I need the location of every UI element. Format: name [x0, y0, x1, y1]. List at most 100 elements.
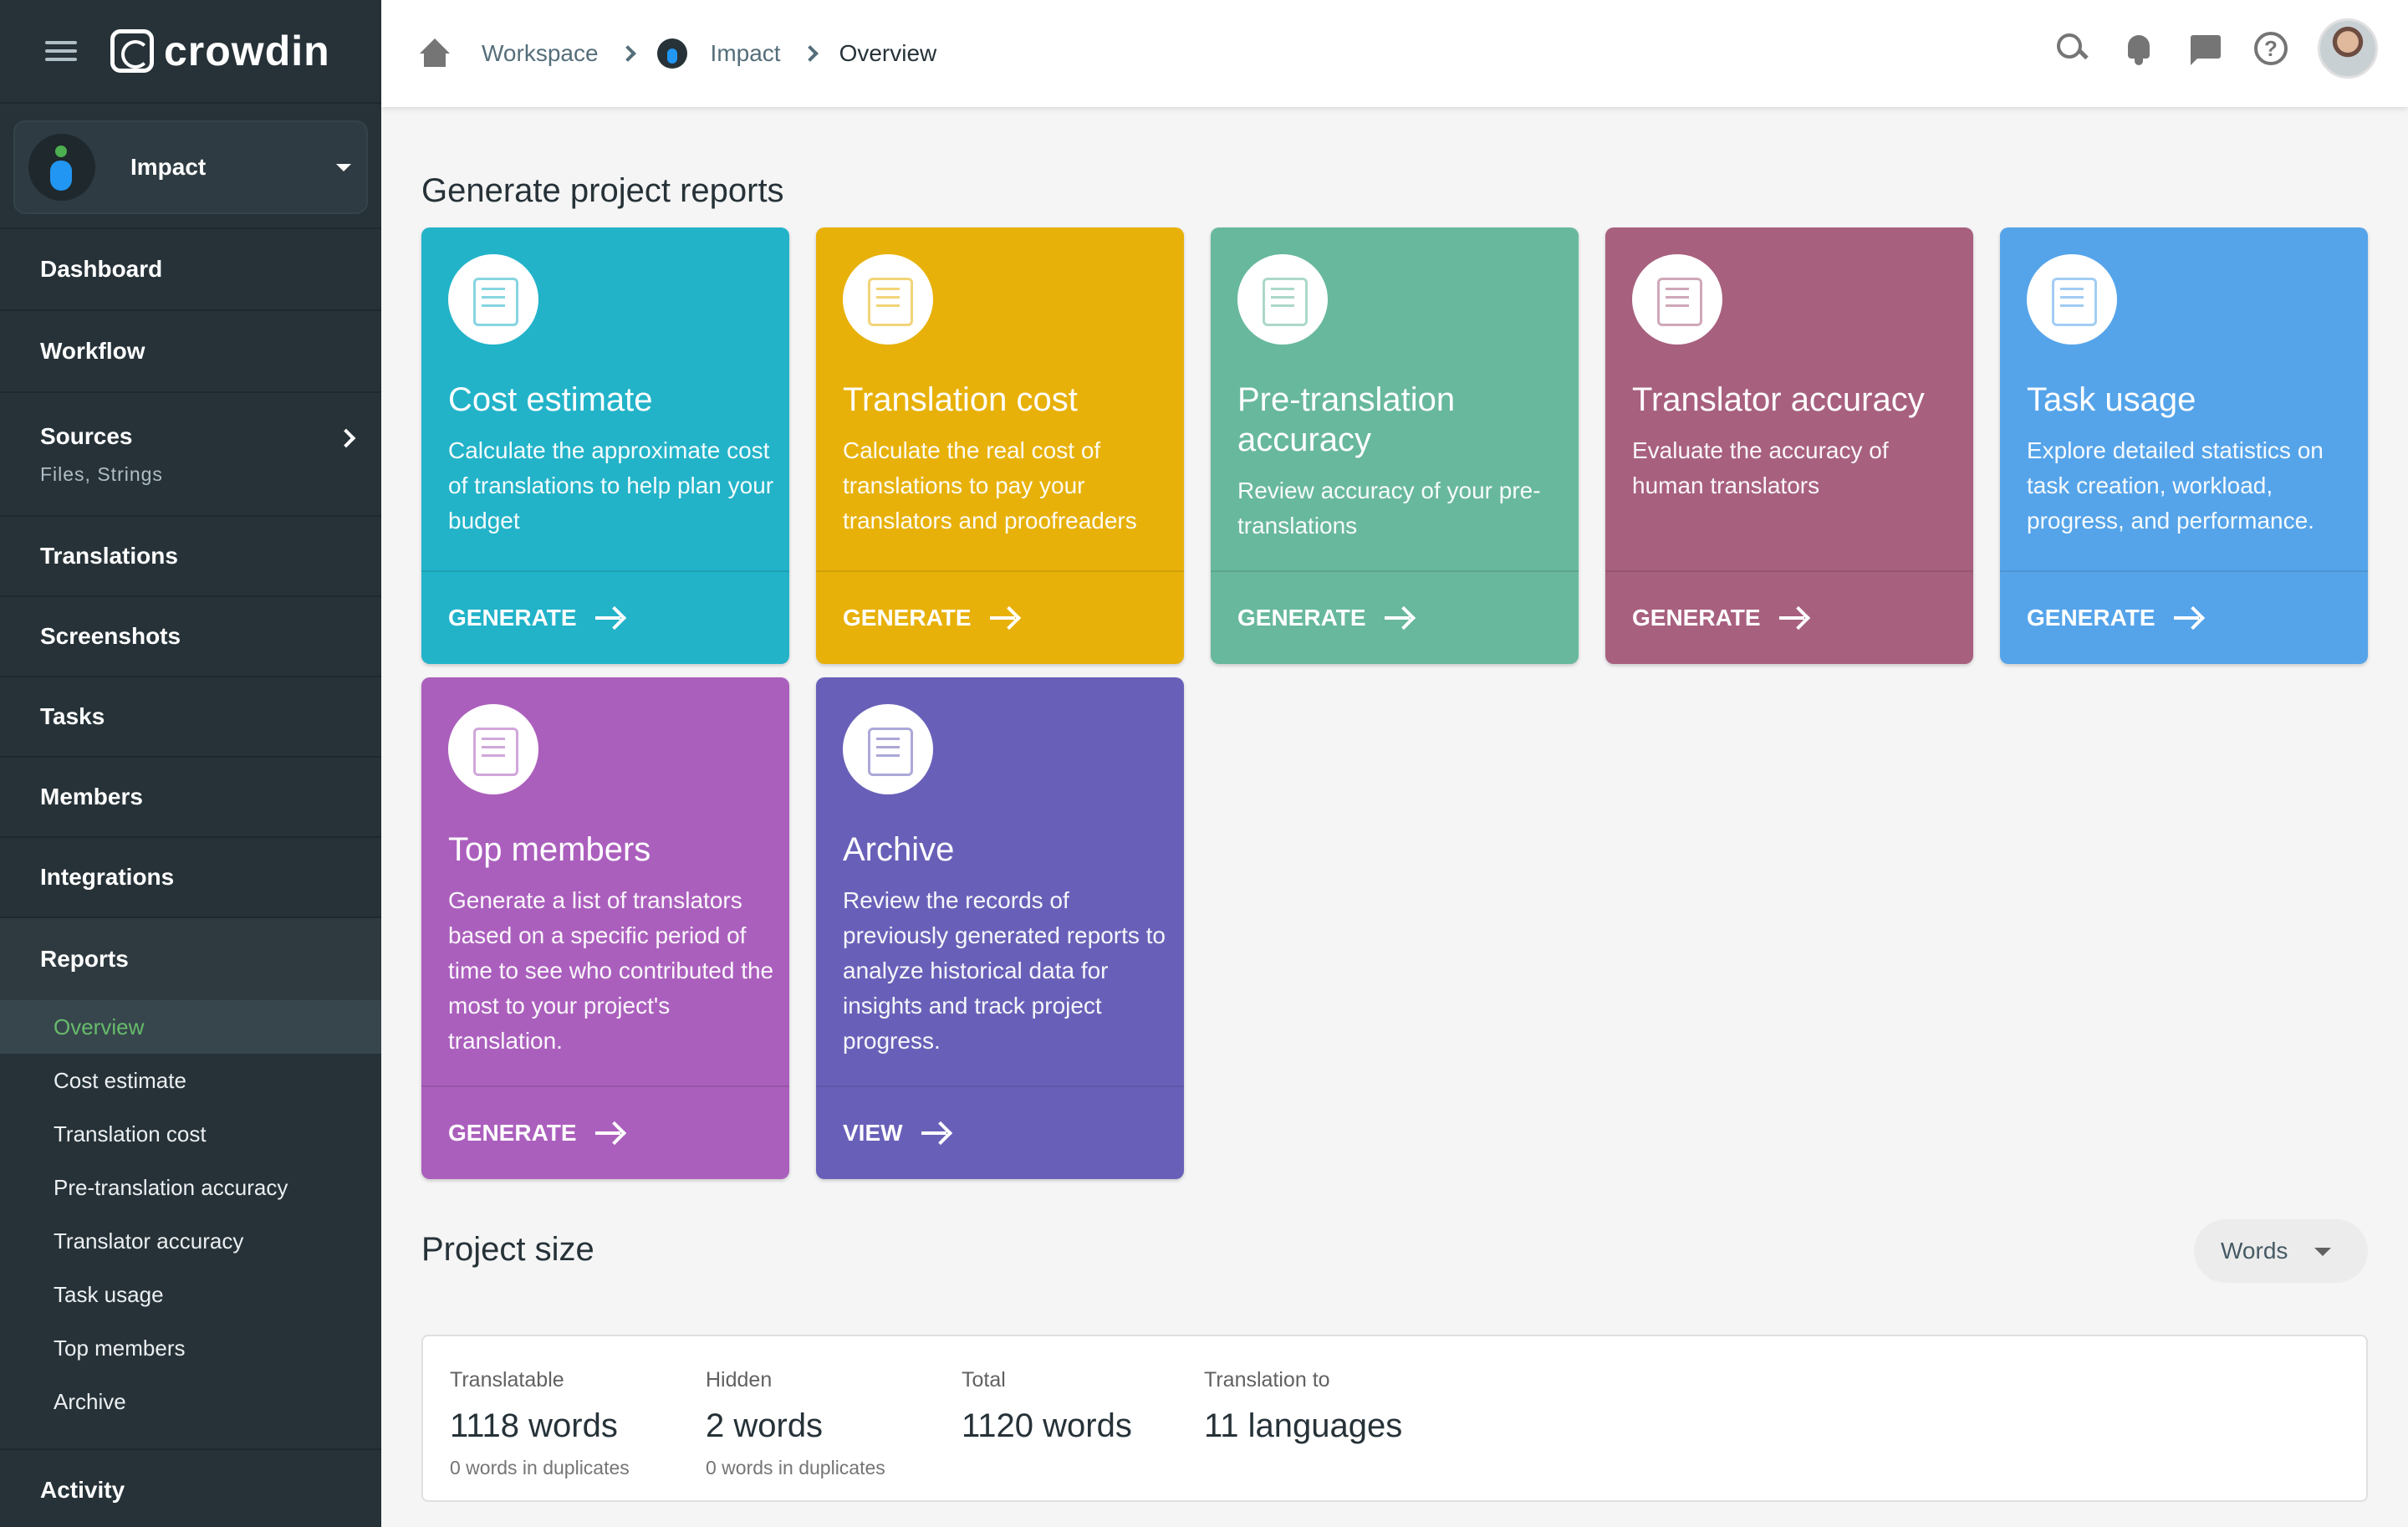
sidebar-item-dashboard[interactable]: Dashboard [0, 227, 381, 309]
sidebar-subitem-pre-translation-accuracy[interactable]: Pre-translation accuracy [0, 1161, 381, 1214]
sidebar-subitem-cost-estimate[interactable]: Cost estimate [0, 1054, 381, 1107]
top-bar: Workspace Impact Overview ? [381, 0, 2408, 107]
calculator-icon [448, 254, 538, 345]
messages-icon[interactable] [2187, 30, 2224, 67]
arrow-right-icon [2173, 606, 2202, 630]
sidebar-item-reports[interactable]: Reports [0, 918, 381, 1000]
button-label: VIEW [843, 1120, 903, 1146]
project-switcher[interactable]: Impact [13, 120, 368, 214]
search-icon[interactable] [2053, 30, 2090, 67]
stat-label: Total [962, 1368, 1006, 1392]
sidebar-subitem-archive[interactable]: Archive [0, 1375, 381, 1428]
generate-button[interactable]: GENERATE [421, 1085, 789, 1179]
card-title: Cost estimate [448, 381, 653, 418]
report-card-pre-translation-accuracy: Pre-translation accuracy Review accuracy… [1211, 227, 1579, 664]
bar-chart-icon [1237, 254, 1328, 345]
sidebar-item-label: Sources [40, 422, 133, 449]
report-card-task-usage: Task usage Explore detailed statistics o… [2000, 227, 2368, 664]
reports-submenu: Overview Cost estimate Translation cost … [0, 1000, 381, 1448]
sidebar-subitem-top-members[interactable]: Top members [0, 1321, 381, 1375]
card-title: Translation cost [843, 381, 1078, 418]
arrow-right-icon [989, 606, 1018, 630]
generate-button[interactable]: GENERATE [1605, 570, 1973, 664]
generate-button[interactable]: GENERATE [2000, 570, 2368, 664]
avatar[interactable] [2318, 18, 2378, 79]
clipboard-icon [2027, 254, 2117, 345]
sidebar-item-workflow[interactable]: Workflow [0, 309, 381, 391]
crowdin-logo[interactable]: crowdin [110, 27, 330, 75]
stat-value: 2 words [706, 1407, 824, 1444]
card-description: Explore detailed statistics on task crea… [2027, 437, 2324, 534]
card-description: Evaluate the accuracy of human translato… [1632, 437, 1889, 498]
stat-label: Translation to [1204, 1368, 1330, 1392]
generate-button[interactable]: GENERATE [1211, 570, 1579, 664]
sidebar-item-screenshots[interactable]: Screenshots [0, 595, 381, 676]
unit-select[interactable]: Words [2194, 1219, 2368, 1283]
card-description: Calculate the approximate cost of transl… [448, 437, 774, 534]
breadcrumb-project[interactable]: Impact [711, 40, 781, 67]
stat-value: 11 languages [1204, 1407, 1403, 1444]
card-title: Archive [843, 831, 955, 868]
breadcrumb-current: Overview [839, 40, 937, 66]
logo-text: crowdin [164, 28, 330, 74]
arrow-right-icon [594, 606, 624, 630]
button-label: GENERATE [2027, 605, 2155, 631]
stat-translation-to: Translation to 11 languages [1204, 1368, 1402, 1445]
stat-hidden: Hidden 2 words 0 words in duplicates [706, 1368, 885, 1479]
project-icon [28, 134, 95, 201]
sidebar-subitem-translation-cost[interactable]: Translation cost [0, 1107, 381, 1161]
chevron-right-icon [336, 428, 356, 448]
breadcrumb: Workspace Impact Overview [418, 37, 936, 70]
people-chart-icon [1632, 254, 1722, 345]
stat-value: 1120 words [962, 1407, 1132, 1444]
menu-icon[interactable] [45, 39, 77, 63]
sidebar-item-sources[interactable]: Sources Files, Strings [0, 391, 381, 515]
card-description: Calculate the real cost of translations … [843, 437, 1137, 534]
button-label: GENERATE [1237, 605, 1366, 631]
header-actions: ? [2023, 18, 2378, 79]
arrow-right-icon [1384, 606, 1413, 630]
breadcrumb-workspace[interactable]: Workspace [482, 40, 599, 67]
caret-down-icon [336, 164, 351, 171]
generate-button[interactable]: GENERATE [421, 570, 789, 664]
stat-note: 0 words in duplicates [450, 1457, 630, 1478]
sidebar-subitem-task-usage[interactable]: Task usage [0, 1268, 381, 1321]
sidebar-nav: Dashboard Workflow Sources Files, String… [0, 227, 381, 1527]
unit-select-value: Words [2221, 1238, 2288, 1264]
button-label: GENERATE [1632, 605, 1761, 631]
button-label: GENERATE [448, 605, 577, 631]
card-description: Generate a list of translators based on … [448, 887, 774, 1054]
wallet-icon [843, 254, 933, 345]
generate-button[interactable]: GENERATE [816, 570, 1184, 664]
sidebar-item-activity[interactable]: Activity [0, 1448, 381, 1527]
card-description: Review accuracy of your pre-translations [1237, 478, 1541, 539]
report-card-translation-cost: Translation cost Calculate the real cost… [816, 227, 1184, 664]
stat-label: Translatable [450, 1368, 564, 1392]
sidebar-subitem-translator-accuracy[interactable]: Translator accuracy [0, 1214, 381, 1268]
home-icon[interactable] [418, 37, 452, 70]
chevron-right-icon [619, 45, 636, 62]
report-card-translator-accuracy: Translator accuracy Evaluate the accurac… [1605, 227, 1973, 664]
sidebar-reports-group: Reports Overview Cost estimate Translati… [0, 917, 381, 1448]
sidebar-item-translations[interactable]: Translations [0, 515, 381, 595]
view-button[interactable]: VIEW [816, 1085, 1184, 1179]
help-icon[interactable]: ? [2254, 32, 2288, 65]
sidebar-top: crowdin [0, 0, 381, 104]
notifications-icon[interactable] [2120, 30, 2157, 67]
stat-translatable: Translatable 1118 words 0 words in dupli… [450, 1368, 630, 1479]
archive-icon [843, 704, 933, 794]
card-title: Task usage [2027, 381, 2196, 418]
sidebar-item-sublabel: Files, Strings [40, 462, 163, 485]
project-icon [656, 38, 687, 69]
card-description: Review the records of previously generat… [843, 887, 1166, 1054]
project-size-title: Project size [421, 1231, 594, 1268]
stat-label: Hidden [706, 1368, 773, 1392]
sidebar-item-members[interactable]: Members [0, 756, 381, 836]
report-card-archive: Archive Review the records of previously… [816, 677, 1184, 1179]
button-label: GENERATE [843, 605, 972, 631]
crowdin-logo-icon [110, 29, 154, 73]
sidebar-subitem-overview[interactable]: Overview [0, 1000, 381, 1054]
sidebar-item-integrations[interactable]: Integrations [0, 836, 381, 917]
report-card-cost-estimate: Cost estimate Calculate the approximate … [421, 227, 789, 664]
sidebar-item-tasks[interactable]: Tasks [0, 676, 381, 756]
